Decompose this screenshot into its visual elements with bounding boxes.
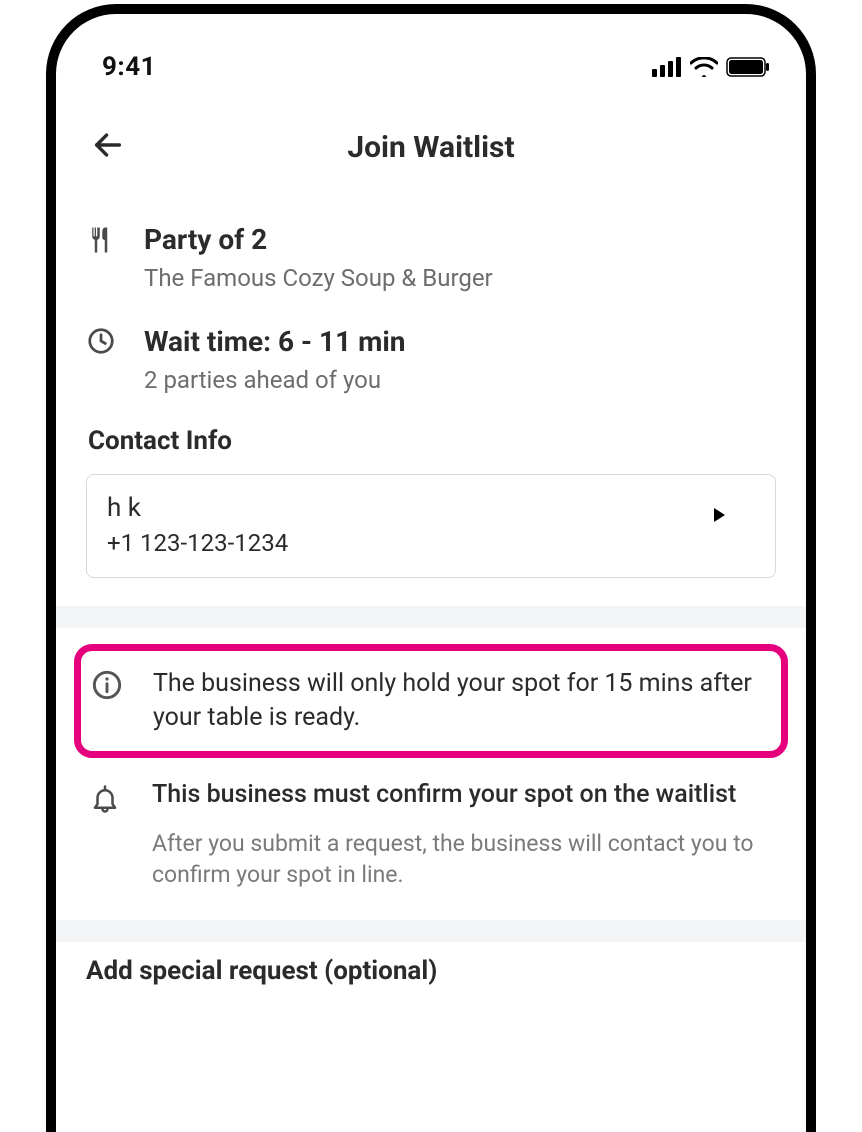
status-icons: [652, 57, 770, 77]
cellular-icon: [652, 57, 682, 77]
confirm-info-row: This business must confirm your spot on …: [86, 772, 776, 890]
contact-phone: +1 123-123-1234: [107, 529, 288, 557]
page-title: Join Waitlist: [347, 130, 514, 165]
contact-info-heading: Contact Info: [88, 426, 776, 456]
bell-icon: [90, 778, 126, 890]
info-icon: [91, 667, 127, 705]
venue-name: The Famous Cozy Soup & Burger: [144, 263, 776, 294]
arrow-left-icon: [91, 128, 125, 166]
wifi-icon: [690, 57, 718, 77]
highlight-annotation: The business will only hold your spot fo…: [74, 644, 788, 758]
confirm-title: This business must confirm your spot on …: [152, 778, 774, 812]
hold-spot-notice: The business will only hold your spot fo…: [153, 667, 767, 735]
back-button[interactable]: [86, 125, 130, 169]
status-time: 9:41: [102, 52, 156, 82]
party-info-row: Party of 2 The Famous Cozy Soup & Burger: [86, 222, 776, 294]
special-request-heading: Add special request (optional): [86, 956, 776, 986]
contact-info-card[interactable]: h k +1 123-123-1234: [86, 474, 776, 578]
section-divider: [56, 920, 806, 942]
party-size-label: Party of 2: [144, 222, 776, 257]
caret-right-icon: [714, 508, 725, 522]
queue-position: 2 parties ahead of you: [144, 365, 776, 396]
device-frame: 9:41 Join Waitlist Party o: [46, 4, 816, 1132]
status-bar: 9:41: [56, 14, 806, 92]
wait-time-label: Wait time: 6 - 11 min: [144, 324, 776, 359]
wait-info-row: Wait time: 6 - 11 min 2 parties ahead of…: [86, 324, 776, 396]
section-divider: [56, 606, 806, 628]
confirm-subtext: After you submit a request, the business…: [152, 828, 774, 890]
utensils-icon: [86, 222, 122, 294]
contact-name: h k: [107, 493, 288, 523]
battery-icon: [726, 57, 770, 77]
clock-icon: [86, 324, 122, 396]
page-header: Join Waitlist: [56, 108, 806, 186]
